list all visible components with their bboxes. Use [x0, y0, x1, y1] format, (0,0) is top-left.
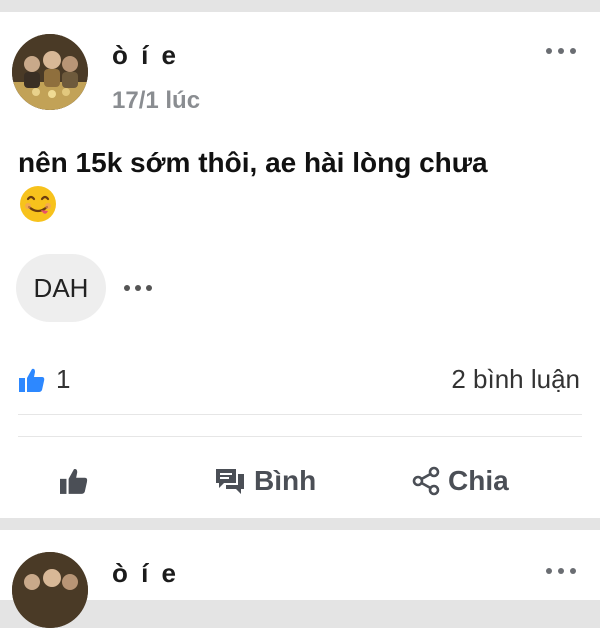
post-card: ò í e [0, 530, 600, 628]
comment-icon [216, 469, 244, 494]
more-options-icon[interactable] [546, 568, 576, 574]
share-icon [412, 466, 440, 496]
post-text: nên 15k sớm thôi, ae hài lòng chưa [18, 147, 488, 178]
like-count: 1 [56, 364, 71, 394]
author-avatar[interactable] [12, 552, 88, 628]
divider [18, 436, 582, 437]
post-actions: Bình Chia [0, 456, 600, 506]
post-timestamp[interactable]: 17/1 lúc [112, 87, 200, 115]
author-name[interactable]: ò í e [112, 558, 179, 589]
comment-label: Bình [254, 465, 317, 496]
share-label: Chia [448, 465, 509, 496]
group-photo-icon [12, 552, 88, 628]
thumbs-up-icon [60, 468, 88, 494]
comment-count[interactable]: 2 bình luận [451, 364, 580, 395]
thumbs-up-icon [19, 368, 45, 392]
comment-button[interactable]: Bình [214, 456, 316, 506]
group-photo-icon [12, 34, 88, 110]
comment-preview-bubble[interactable]: DAH [16, 254, 106, 322]
divider [18, 414, 582, 415]
author-avatar[interactable] [12, 34, 88, 110]
author-name[interactable]: ò í e [112, 40, 179, 71]
comment-more-icon[interactable] [124, 285, 152, 291]
post-card: ò í e 17/1 lúc nên 15k sớm thôi, ae hài … [0, 12, 600, 518]
like-button[interactable] [58, 456, 98, 506]
share-button[interactable]: Chia [412, 456, 509, 506]
reaction-summary[interactable]: 1 [18, 364, 70, 395]
more-options-icon[interactable] [546, 48, 576, 54]
yum-face-emoji-icon [20, 186, 56, 222]
